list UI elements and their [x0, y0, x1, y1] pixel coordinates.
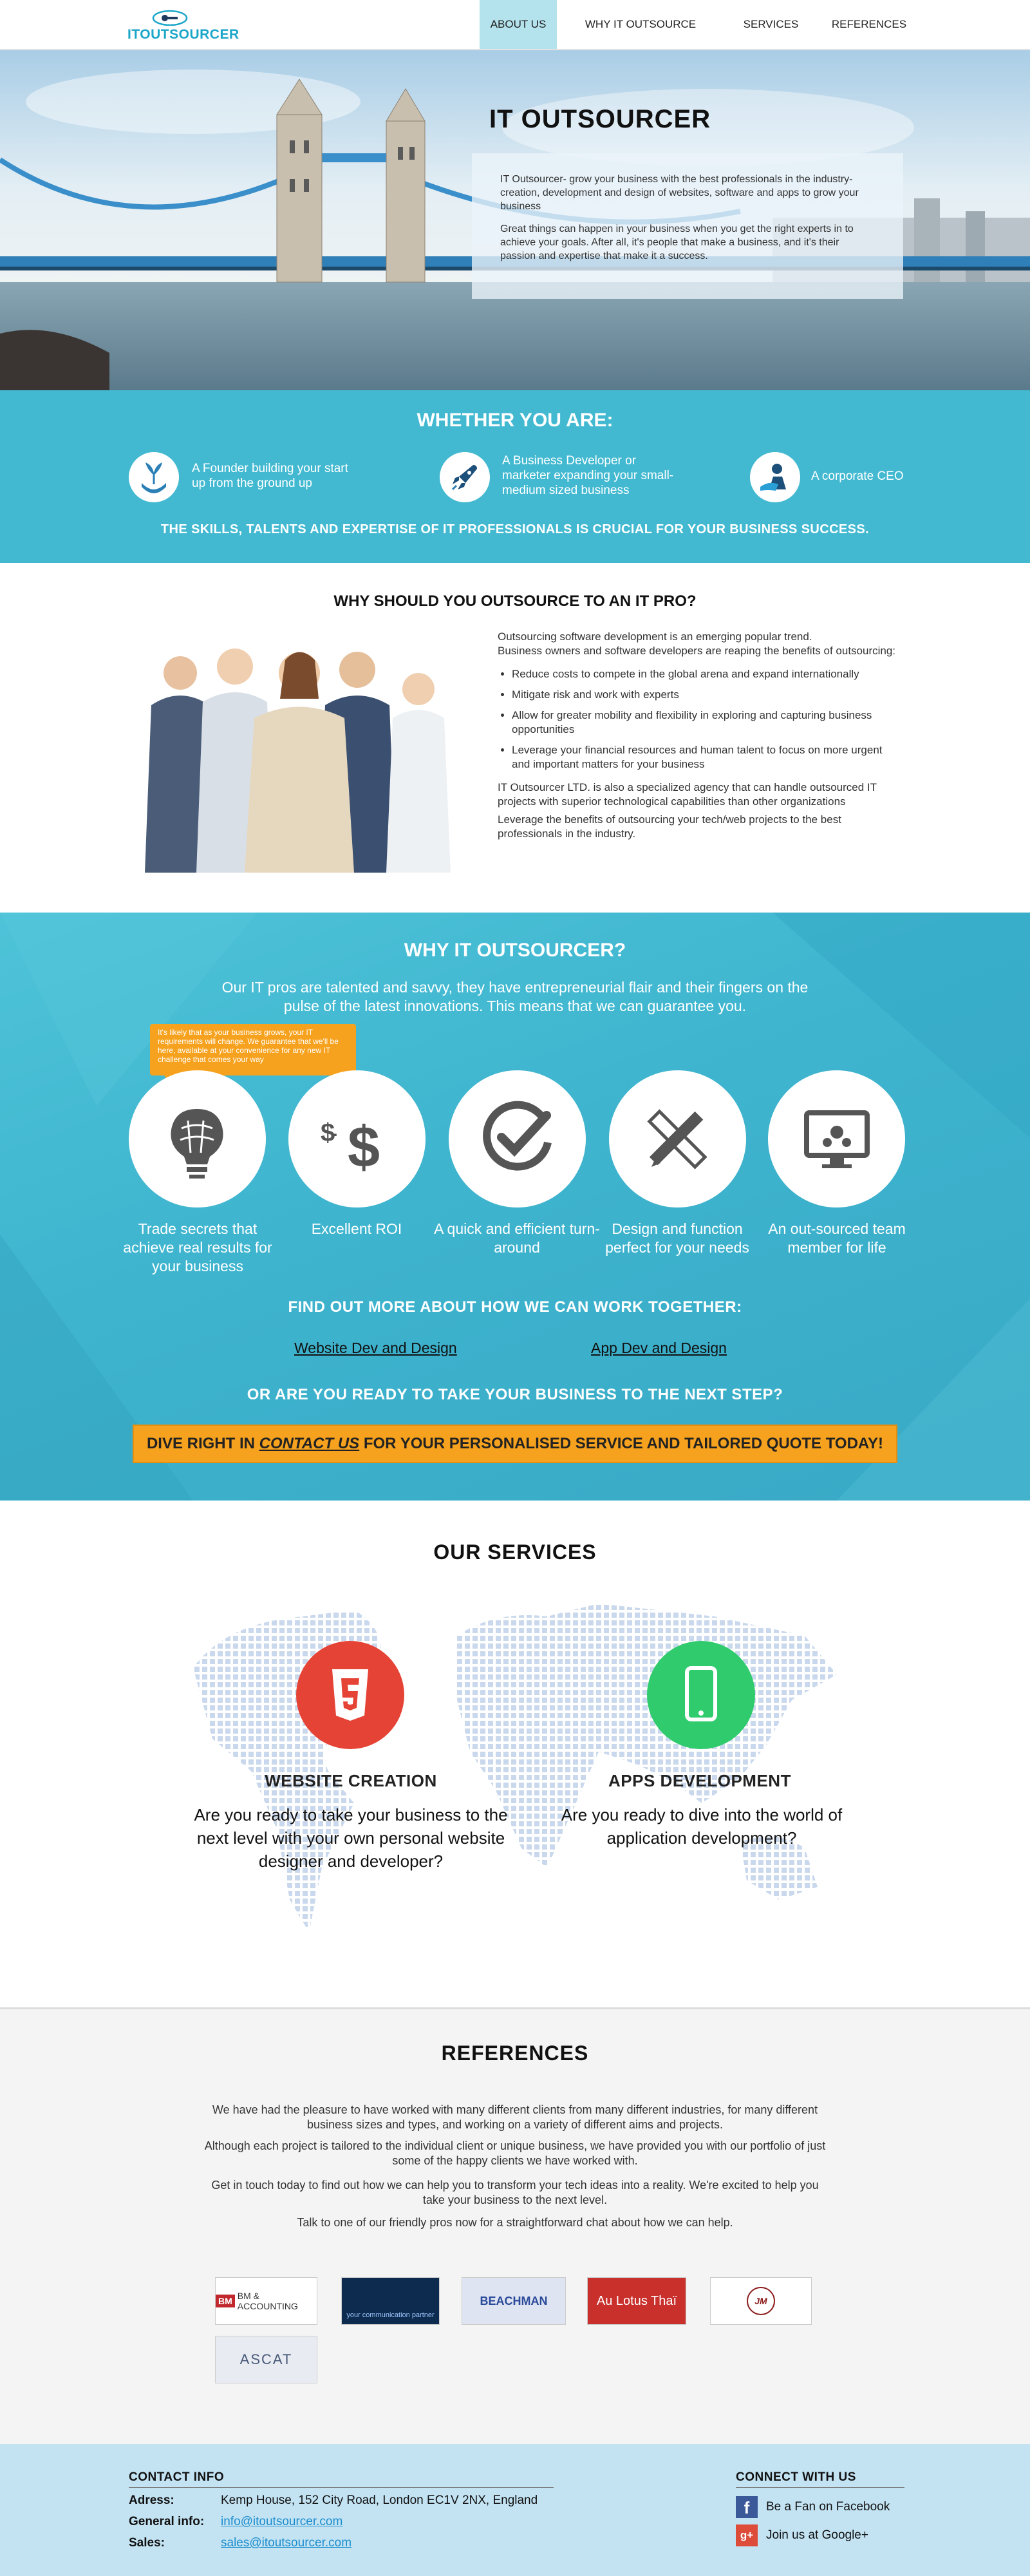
- general-info-email[interactable]: info@itoutsourcer.com: [221, 2515, 342, 2529]
- address-value: Kemp House, 152 City Road, London EC1V 2…: [221, 2494, 538, 2507]
- ready-heading: OR ARE YOU READY TO TAKE YOUR BUSINESS T…: [247, 1386, 783, 1403]
- svg-text:-: -: [331, 1123, 337, 1144]
- feature-design: [609, 1070, 746, 1208]
- app-dev-link[interactable]: App Dev and Design: [591, 1340, 727, 1357]
- client-logo-bm-accounting[interactable]: BM BM & ACCOUNTING: [215, 2277, 317, 2325]
- hero-paragraph-1: IT Outsourcer- grow your business with t…: [500, 174, 859, 212]
- whether-tagline: THE SKILLS, TALENTS AND EXPERTISE OF IT …: [160, 522, 870, 536]
- address-label: Adress:: [129, 2494, 174, 2507]
- html5-icon: [296, 1641, 404, 1749]
- hero-paragraph-2: Great things can happen in your business…: [500, 223, 854, 261]
- role-business-developer-text: A Business Developer or marketer expandi…: [502, 454, 674, 497]
- why-pro-bullet: Leverage your financial resources and hu…: [512, 743, 903, 772]
- checkmark-icon: [483, 1101, 552, 1171]
- sales-label: Sales:: [129, 2536, 165, 2550]
- client-logo-jm[interactable]: JM: [710, 2277, 812, 2325]
- nav-references[interactable]: REFERENCES: [827, 0, 911, 49]
- google-plus-link[interactable]: Join us at Google+: [766, 2528, 868, 2543]
- connect-divider: [736, 2487, 904, 2488]
- nav-about-us[interactable]: ABOUT US: [480, 0, 557, 49]
- feature-trade-secrets: [129, 1070, 266, 1208]
- hero-title: IT OUTSOURCER: [489, 105, 711, 133]
- nav-services[interactable]: SERVICES: [740, 0, 801, 49]
- cta-pre-text: DIVE RIGHT IN: [146, 1435, 259, 1452]
- website-creation-text: Are you ready to take your business to t…: [194, 1805, 508, 1871]
- general-info-label: General info:: [129, 2515, 205, 2528]
- feature-label: Excellent ROI: [311, 1220, 402, 1237]
- monitor-gears-icon: [804, 1110, 870, 1168]
- contact-us-link[interactable]: CONTACT US: [259, 1435, 360, 1452]
- feature-label: A quick and efficient turn-around: [434, 1220, 600, 1256]
- seedling-hand-icon: [129, 452, 179, 502]
- connect-title: CONNECT WITH US: [736, 2470, 856, 2484]
- feature-roi: $ - $: [288, 1070, 426, 1208]
- whether-title: WHETHER YOU ARE:: [417, 410, 613, 431]
- logo-key-icon: [152, 10, 188, 26]
- references-paragraph-4: Talk to one of our friendly pros now for…: [297, 2216, 733, 2229]
- client-logo-communication-partner[interactable]: your communication partner: [341, 2277, 440, 2325]
- cta-post-text: FOR YOUR PERSONALISED SERVICE AND TAILOR…: [359, 1435, 884, 1452]
- why-pro-bullet: Allow for greater mobility and flexibili…: [512, 708, 903, 737]
- google-plus-icon[interactable]: g+: [736, 2524, 758, 2546]
- facebook-link[interactable]: Be a Fan on Facebook: [766, 2500, 890, 2514]
- guarantee-tooltip: It's likely that as your business grows,…: [150, 1024, 356, 1075]
- smartphone-icon: [647, 1641, 755, 1749]
- services-title: OUR SERVICES: [433, 1540, 597, 1564]
- business-team-photo: [126, 641, 467, 873]
- dollar-icon: $- $: [321, 1115, 380, 1180]
- why-it-title: WHY IT OUTSOURCER?: [404, 940, 626, 961]
- website-creation-title: WEBSITE CREATION: [265, 1771, 437, 1790]
- brain-bulb-icon: [171, 1109, 223, 1179]
- references-title: REFERENCES: [441, 2041, 589, 2065]
- feature-turnaround: [449, 1070, 586, 1208]
- feature-label: An out-sourced team member for life: [768, 1220, 906, 1256]
- contact-info-title: CONTACT INFO: [129, 2470, 225, 2484]
- logo-text: ITOUTSOURCER: [127, 27, 239, 42]
- sales-email[interactable]: sales@itoutsourcer.com: [221, 2536, 351, 2550]
- why-pro-intro-2: Business owners and software developers …: [498, 645, 896, 657]
- ceo-person-icon: [750, 452, 800, 502]
- rocket-icon: [440, 452, 490, 502]
- contact-divider: [129, 2487, 554, 2488]
- top-navbar: ITOUTSOURCER ABOUT US WHY IT OUTSOURCE S…: [0, 0, 1030, 50]
- client-logo-au-lotus-thai[interactable]: Au Lotus Thaï: [587, 2277, 686, 2325]
- why-pro-title: WHY SHOULD YOU OUTSOURCE TO AN IT PRO?: [333, 592, 697, 610]
- why-it-subtitle: Our IT pros are talented and savvy, they…: [221, 979, 809, 1014]
- role-founder-text: A Founder building your start up from th…: [192, 462, 348, 490]
- svg-text:$: $: [348, 1115, 380, 1180]
- site-logo[interactable]: ITOUTSOURCER: [127, 9, 239, 43]
- client-logo-beachman[interactable]: BEACHMAN: [462, 2277, 566, 2325]
- facebook-icon[interactable]: f: [736, 2496, 758, 2518]
- pencil-ruler-icon: [647, 1109, 707, 1170]
- feature-label: Trade secrets that achieve real results …: [123, 1220, 272, 1274]
- whether-section: WHETHER YOU ARE: A Founder building your…: [0, 390, 1030, 563]
- find-out-heading: FIND OUT MORE ABOUT HOW WE CAN WORK TOGE…: [288, 1298, 742, 1316]
- references-paragraph-2: Although each project is tailored to the…: [204, 2139, 826, 2167]
- references-paragraph-1: We have had the pleasure to have worked …: [212, 2103, 818, 2131]
- feature-team-member: [768, 1070, 905, 1208]
- why-pro-outro-1: IT Outsourcer LTD. is also a specialized…: [498, 781, 877, 808]
- apps-development-title: APPS DEVELOPMENT: [608, 1771, 791, 1790]
- why-pro-outro-2: Leverage the benefits of outsourcing you…: [498, 813, 841, 840]
- why-pro-content: Outsourcing software development is an e…: [498, 630, 903, 841]
- hero-section: IT OUTSOURCER IT Outsourcer- grow your b…: [0, 50, 1030, 390]
- references-paragraph-3: Get in touch today to find out how we ca…: [211, 2179, 819, 2206]
- why-pro-intro-1: Outsourcing software development is an e…: [498, 630, 812, 643]
- hero-text-box: IT Outsourcer- grow your business with t…: [472, 153, 903, 299]
- website-dev-link[interactable]: Website Dev and Design: [294, 1340, 457, 1357]
- client-logo-ascat[interactable]: ASCAT: [215, 2336, 317, 2383]
- tooltip-text: It's likely that as your business grows,…: [158, 1028, 339, 1064]
- nav-why-it-outsource[interactable]: WHY IT OUTSOURCE: [573, 0, 708, 49]
- role-ceo-text: A corporate CEO: [811, 469, 904, 483]
- why-pro-bullet: Reduce costs to compete in the global ar…: [512, 667, 903, 681]
- apps-development-text: Are you ready to dive into the world of …: [561, 1805, 843, 1848]
- feature-label: Design and function perfect for your nee…: [605, 1220, 749, 1256]
- cta-banner[interactable]: DIVE RIGHT IN CONTACT US FOR YOUR PERSON…: [133, 1425, 897, 1463]
- why-pro-bullet: Mitigate risk and work with experts: [512, 688, 903, 702]
